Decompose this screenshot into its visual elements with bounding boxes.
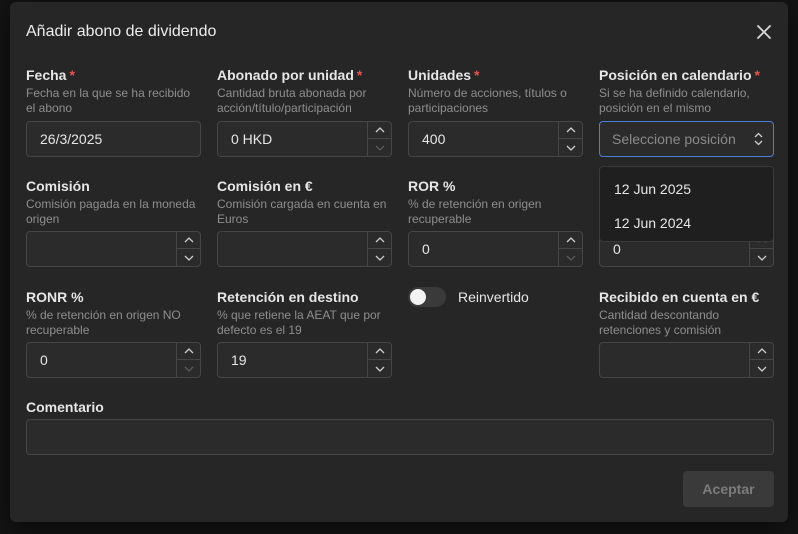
decrement-button[interactable] <box>559 139 582 156</box>
ronr-label: RONR % <box>26 289 84 305</box>
recibido-field: Recibido en cuenta en € Cantidad descont… <box>599 289 774 338</box>
posicion-dropdown: 12 Jun 2025 12 Jun 2024 <box>599 166 774 242</box>
recibido-stepper <box>749 343 773 377</box>
abonado-input[interactable]: 0 HKD <box>217 121 392 157</box>
ronr-stepper <box>176 343 200 377</box>
ronr-input[interactable]: 0 <box>26 342 201 378</box>
increment-button[interactable] <box>559 122 582 139</box>
ror-value: 0 <box>422 241 430 257</box>
comision-eur-field: Comisión en € Comisión cargada en cuenta… <box>217 178 392 227</box>
abonado-value: 0 HKD <box>231 131 273 147</box>
increment-button[interactable] <box>177 343 200 360</box>
abonado-label: Abonado por unidad <box>217 67 354 83</box>
comision-label: Comisión <box>26 178 90 194</box>
posicion-field: Posición en calendario * Si se ha definid… <box>599 67 774 116</box>
comision-eur-label: Comisión en € <box>217 178 313 194</box>
unidades-description: Número de acciones, títulos o participac… <box>408 86 567 115</box>
increment-button[interactable] <box>559 232 582 249</box>
retencion-destino-field: Retención en destino % que retiene la AE… <box>217 289 392 338</box>
ronr-value: 0 <box>40 352 48 368</box>
comision-eur-input[interactable] <box>217 231 392 267</box>
retencion-destino-label: Retención en destino <box>217 289 359 305</box>
comision-eur-stepper <box>367 232 391 266</box>
recibido-input[interactable] <box>599 342 774 378</box>
add-dividend-dialog: Añadir abono de dividendo Fecha * Fecha e… <box>10 2 788 522</box>
fecha-value: 26/3/2025 <box>40 131 103 147</box>
ronr-description: % de retención en origen NO recuperable <box>26 308 181 337</box>
fecha-description: Fecha en la que se ha recibido el abono <box>26 86 191 115</box>
reinvertido-toggle-row: Reinvertido <box>408 286 529 308</box>
unidades-input[interactable]: 400 <box>408 121 583 157</box>
increment-button[interactable] <box>368 122 391 139</box>
comision-field: Comisión Comisión pagada en la moneda or… <box>26 178 201 227</box>
comentario-label: Comentario <box>26 399 104 415</box>
fecha-field: Fecha * Fecha en la que se ha recibido el… <box>26 67 201 116</box>
toggle-knob <box>410 289 426 305</box>
decrement-button[interactable] <box>368 360 391 377</box>
abonado-stepper <box>367 122 391 156</box>
increment-button[interactable] <box>750 343 773 360</box>
abonado-field: Abonado por unidad * Cantidad bruta abona… <box>217 67 392 116</box>
increment-button[interactable] <box>177 232 200 249</box>
retencion-destino-value: 19 <box>231 352 247 368</box>
ronr-field: RONR % % de retención en origen NO recup… <box>26 289 201 338</box>
comentario-input[interactable] <box>26 419 774 455</box>
decrement-button[interactable] <box>177 360 200 377</box>
posicion-select[interactable]: Seleccione posición <box>599 121 774 157</box>
retencion-destino-description: % que retiene la AEAT que por defecto es… <box>217 308 381 337</box>
fecha-label: Fecha <box>26 67 67 83</box>
ror-input[interactable]: 0 <box>408 231 583 267</box>
retencion-destino-input[interactable]: 19 <box>217 342 392 378</box>
comision-stepper <box>176 232 200 266</box>
ror-label: ROR % <box>408 178 456 194</box>
retencion-destino-stepper <box>367 343 391 377</box>
unidades-field: Unidades * Número de acciones, títulos o … <box>408 67 583 116</box>
unidades-label: Unidades <box>408 67 472 83</box>
required-marker: * <box>356 67 363 83</box>
ror-field: ROR % % de retención en origen recuperab… <box>408 178 583 227</box>
abonado-description: Cantidad bruta abonada por acción/título… <box>217 86 367 115</box>
unidades-stepper <box>558 122 582 156</box>
reinvertido-toggle[interactable] <box>408 287 446 307</box>
ror-description: % de retención en origen recuperable <box>408 197 542 226</box>
close-icon[interactable] <box>754 22 774 42</box>
increment-button[interactable] <box>368 343 391 360</box>
posicion-placeholder: Seleccione posición <box>612 131 736 147</box>
comision-input[interactable] <box>26 231 201 267</box>
reinvertido-label: Reinvertido <box>458 289 529 305</box>
required-marker: * <box>69 67 75 83</box>
required-marker: * <box>474 67 480 83</box>
required-marker: * <box>754 67 760 83</box>
recibido-label: Recibido en cuenta en € <box>599 289 760 305</box>
decrement-button[interactable] <box>368 139 391 156</box>
dropdown-option[interactable]: 12 Jun 2025 <box>614 181 691 197</box>
dialog-title: Añadir abono de dividendo <box>26 23 217 40</box>
accept-button[interactable]: Aceptar <box>683 471 774 507</box>
comision-eur-description: Comisión cargada en cuenta en Euros <box>217 197 387 226</box>
select-chevron-icon <box>754 132 763 151</box>
dropdown-option[interactable]: 12 Jun 2024 <box>614 215 691 231</box>
recibido-description: Cantidad descontando retenciones y comis… <box>599 308 722 337</box>
decrement-button[interactable] <box>559 249 582 266</box>
decrement-button[interactable] <box>750 249 773 266</box>
increment-button[interactable] <box>368 232 391 249</box>
fecha-input[interactable]: 26/3/2025 <box>26 121 201 157</box>
decrement-button[interactable] <box>368 249 391 266</box>
posicion-description: Si se ha definido calendario, posición e… <box>599 86 750 115</box>
ror-stepper <box>558 232 582 266</box>
decrement-button[interactable] <box>177 249 200 266</box>
decrement-button[interactable] <box>750 360 773 377</box>
posicion-label: Posición en calendario <box>599 67 752 83</box>
comision-description: Comisión pagada en la moneda origen <box>26 197 196 226</box>
unidades-value: 400 <box>422 131 446 147</box>
